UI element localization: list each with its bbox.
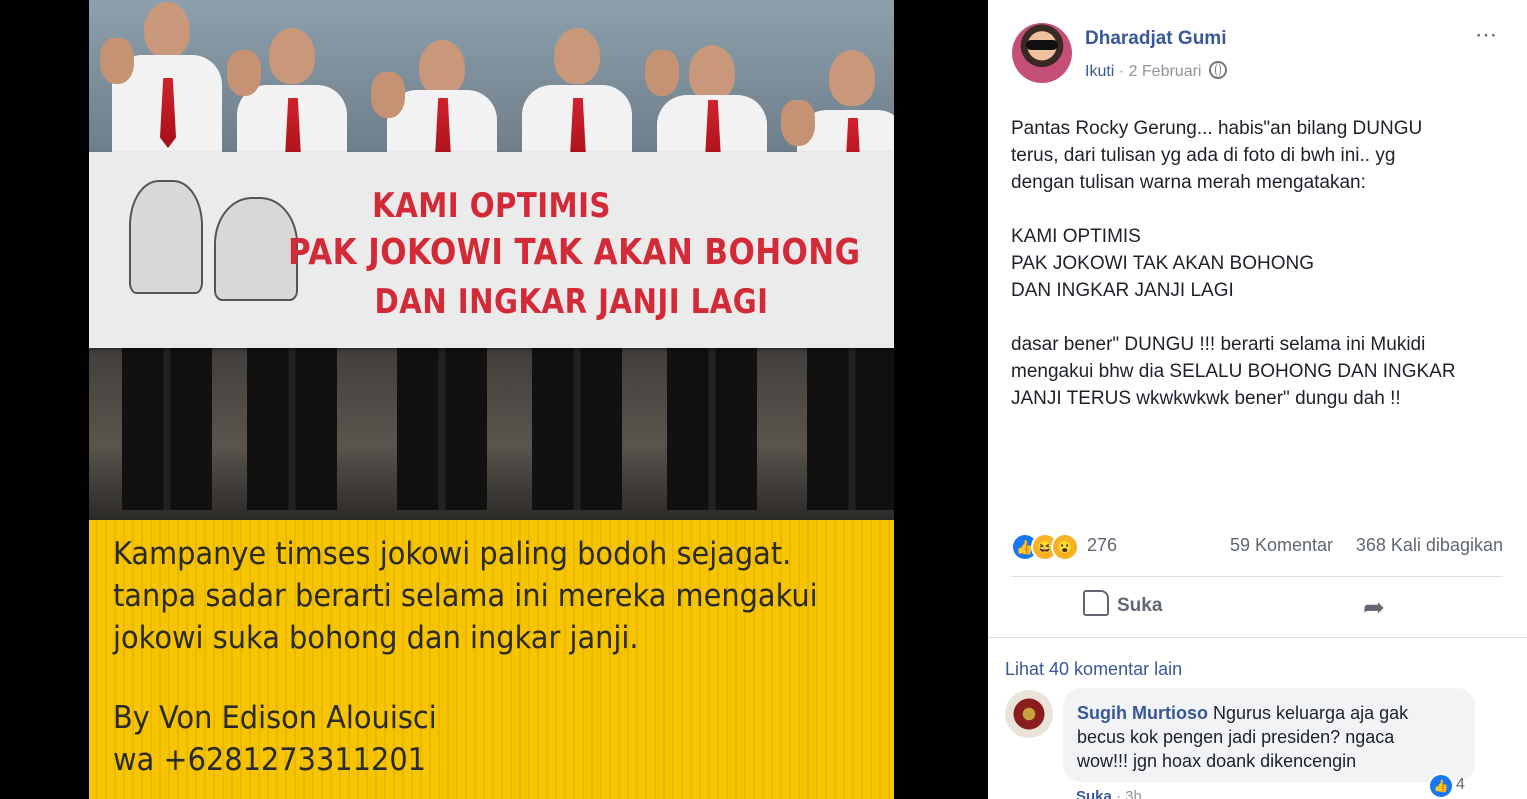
divider xyxy=(1011,576,1503,577)
banner-line: PAK JOKOWI TAK AKAN BOHONG xyxy=(288,232,861,273)
post-text-line: mengakui bhw dia SELALU BOHONG DAN INGKA… xyxy=(1011,361,1456,382)
photo-credit-line: wa +6281273311201 xyxy=(113,742,427,778)
like-button[interactable]: Suka xyxy=(1083,590,1162,624)
post-text-line xyxy=(1011,304,1511,331)
photo-caption-area: Kampanye timses jokowi paling bodoh seja… xyxy=(89,520,894,799)
post-date[interactable]: 2 Februari xyxy=(1129,63,1202,80)
comment-like-action[interactable]: Suka xyxy=(1076,788,1112,799)
globe-icon xyxy=(1209,61,1228,79)
post-photo[interactable]: KAMI OPTIMIS PAK JOKOWI TAK AKAN BOHONG … xyxy=(89,0,894,799)
thumbs-up-icon xyxy=(1083,590,1109,616)
like-button-label: Suka xyxy=(1117,595,1163,616)
post-text-line: KAMI OPTIMIS xyxy=(1011,226,1141,247)
meta-separator: · xyxy=(1114,63,1129,80)
photo-viewer: KAMI OPTIMIS PAK JOKOWI TAK AKAN BOHONG … xyxy=(0,0,988,799)
share-arrow-icon[interactable]: ➦ xyxy=(1363,592,1385,623)
post-text-line: PAK JOKOWI TAK AKAN BOHONG xyxy=(1011,253,1315,274)
comment-actions: Suka · 3h xyxy=(1076,788,1142,799)
post-text-line: terus, dari tulisan yg ada di foto di bw… xyxy=(1011,145,1396,166)
comment-count[interactable]: 59 Komentar xyxy=(1230,535,1333,556)
follow-link[interactable]: Ikuti xyxy=(1085,63,1114,80)
post-text-line: DAN INGKAR JANJI LAGI xyxy=(1011,280,1234,301)
post-text-line: dengan tulisan warna merah mengatakan: xyxy=(1011,172,1366,193)
wow-reaction-icon[interactable]: 😮 xyxy=(1051,533,1079,561)
post-meta: Ikuti · 2 Februari xyxy=(1085,61,1228,81)
commenter-avatar[interactable] xyxy=(1005,690,1053,738)
comment-body: Sugih Murtioso Ngurus keluarga aja gak b… xyxy=(1077,701,1447,773)
commenter-name[interactable]: Sugih Murtioso xyxy=(1077,703,1208,723)
post-text-line xyxy=(1011,196,1511,223)
banner-line: KAMI OPTIMIS xyxy=(372,186,611,226)
photo-caption-line: Kampanye timses jokowi paling bodoh seja… xyxy=(113,536,792,572)
banner-line: DAN INGKAR JANJI LAGI xyxy=(374,282,769,322)
view-more-comments-link[interactable]: Lihat 40 komentar lain xyxy=(1005,659,1182,680)
share-count[interactable]: 368 Kali dibagikan xyxy=(1356,535,1503,556)
photo-credit-line: By Von Edison Alouisci xyxy=(113,700,437,736)
post-text-line: JANJI TERUS wkwkwkwk bener" dungu dah !! xyxy=(1011,388,1401,409)
more-options-icon[interactable]: ⋯ xyxy=(1475,22,1498,48)
photo-caption-line: tanpa sadar berarti selama ini mereka me… xyxy=(113,578,818,614)
author-name[interactable]: Dharadjat Gumi xyxy=(1085,28,1226,50)
photo-caption-line: jokowi suka bohong dan ingkar janji. xyxy=(113,620,639,656)
photo-banner: KAMI OPTIMIS PAK JOKOWI TAK AKAN BOHONG … xyxy=(89,152,894,348)
post-panel: Dharadjat Gumi Ikuti · 2 Februari ⋯ Pant… xyxy=(988,0,1527,799)
author-avatar[interactable] xyxy=(1012,23,1072,83)
comment-like-count[interactable]: 4 xyxy=(1456,776,1465,794)
comment-bubble: Sugih Murtioso Ngurus keluarga aja gak b… xyxy=(1063,688,1475,782)
reaction-count[interactable]: 276 xyxy=(1087,535,1117,556)
post-text-line: Pantas Rocky Gerung... habis"an bilang D… xyxy=(1011,118,1423,139)
comment-like-icon[interactable]: 👍 xyxy=(1428,773,1454,799)
post-stats: 👍 😆 😮 276 59 Komentar 368 Kali dibagikan xyxy=(1011,533,1503,561)
post-text: Pantas Rocky Gerung... habis"an bilang D… xyxy=(1011,115,1511,412)
post-text-line: dasar bener" DUNGU !!! berarti selama in… xyxy=(1011,334,1426,355)
divider xyxy=(988,637,1527,638)
comment-time[interactable]: 3h xyxy=(1125,788,1142,799)
